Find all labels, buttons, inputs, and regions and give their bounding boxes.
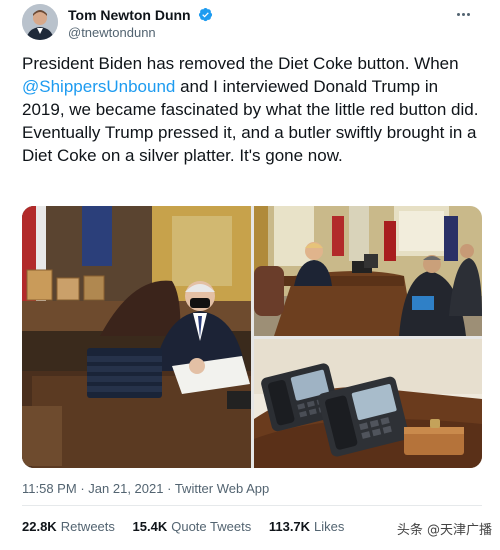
retweets-count: 22.8K [22, 519, 57, 534]
photo-desk-phones[interactable] [254, 339, 482, 468]
source-watermark: 头条 @天津广播 [397, 519, 492, 538]
author-avatar[interactable] [22, 4, 58, 40]
tweet-stats: 22.8K Retweets 15.4K Quote Tweets 113.7K Li… [22, 519, 358, 534]
photo-biden-signing[interactable] [22, 206, 251, 468]
tweet-text: President Biden has removed the Diet Cok… [22, 52, 482, 167]
author-display-name[interactable]: Tom Newton Dunn [68, 7, 191, 23]
meta-separator: · [80, 481, 85, 496]
likes-label: Likes [314, 519, 345, 534]
divider [22, 505, 482, 506]
tweet-source[interactable]: Twitter Web App [175, 481, 269, 496]
author-handle[interactable]: @tnewtondunn [68, 25, 213, 41]
photo-trump-interview[interactable] [254, 206, 482, 336]
retweets-stat[interactable]: 22.8K Retweets [22, 519, 115, 534]
quote-tweets-label: Quote Tweets [171, 519, 252, 534]
watermark-text: 头条 @天津广播 [396, 523, 492, 538]
retweets-label: Retweets [60, 519, 115, 534]
tweet-date[interactable]: Jan 21, 2021 [88, 481, 163, 496]
verified-badge-icon [198, 7, 213, 22]
tweet-text-part: President Biden has removed the Diet Cok… [22, 54, 459, 73]
meta-separator: · [167, 481, 172, 496]
tweet-header: Tom Newton Dunn @tnewtondunn [22, 4, 482, 40]
likes-count: 113.7K [268, 519, 311, 534]
tweet-media-grid [22, 206, 482, 468]
likes-stat[interactable]: 113.7K Likes [269, 519, 345, 534]
quote-tweets-count: 15.4K [132, 519, 168, 534]
author-names: Tom Newton Dunn @tnewtondunn [68, 6, 213, 41]
more-options-icon[interactable] [456, 6, 478, 22]
tweet-meta: 11:58 PM · Jan 21, 2021 · Twitter Web Ap… [22, 481, 269, 496]
mention-link[interactable]: @ShippersUnbound [22, 77, 175, 96]
tweet-card: Tom Newton Dunn @tnewtondunn President B… [0, 0, 500, 550]
quote-tweets-stat[interactable]: 15.4K Quote Tweets [133, 519, 252, 534]
tweet-time[interactable]: 11:58 PM [22, 481, 77, 496]
